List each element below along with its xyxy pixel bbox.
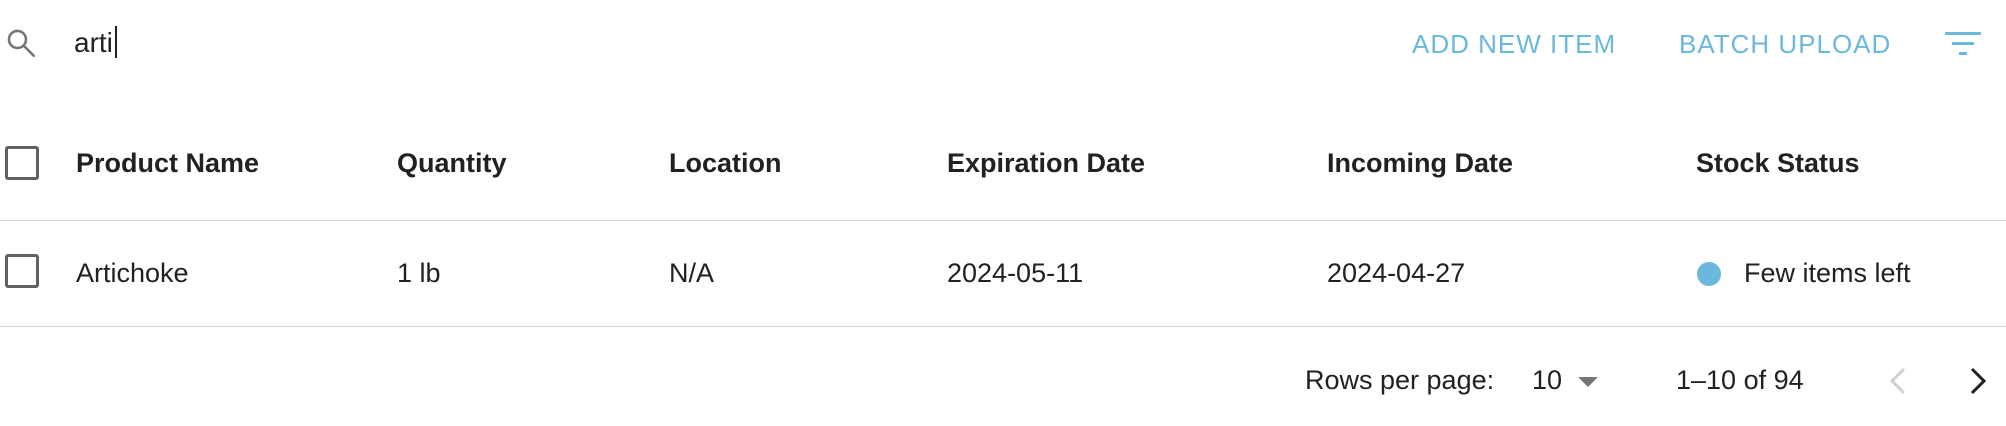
pagination-range: 1–10 of 94 xyxy=(1676,365,1804,395)
next-page-icon[interactable] xyxy=(1962,363,1992,399)
cell-product-name: Artichoke xyxy=(76,258,189,288)
previous-page-icon[interactable] xyxy=(1884,363,1914,399)
cell-expiration-date: 2024-05-11 xyxy=(947,258,1084,288)
chevron-down-icon[interactable] xyxy=(1578,377,1598,387)
batch-upload-button[interactable]: BATCH UPLOAD xyxy=(1679,24,1891,64)
stock-status-dot xyxy=(1697,262,1721,286)
row-checkbox[interactable] xyxy=(5,254,39,288)
cell-quantity: 1 lb xyxy=(397,258,441,288)
toolbar: ADD NEW ITEM BATCH UPLOAD xyxy=(0,0,2006,84)
search-input[interactable] xyxy=(74,22,674,64)
search-icon xyxy=(7,29,36,58)
rows-per-page-label: Rows per page: xyxy=(1305,365,1495,395)
filter-icon[interactable] xyxy=(1944,28,1982,60)
table-row-contents: Artichoke 1 lb N/A 2024-05-11 2024-04-27… xyxy=(0,110,2006,327)
pagination-bar: Rows per page: 10 1–10 of 94 xyxy=(0,355,2006,405)
text-caret xyxy=(115,26,117,58)
add-new-item-button[interactable]: ADD NEW ITEM xyxy=(1412,24,1616,64)
cell-incoming-date: 2024-04-27 xyxy=(1327,258,1466,288)
rows-per-page-select[interactable]: 10 xyxy=(1532,365,1562,396)
cell-location: N/A xyxy=(669,258,715,288)
cell-stock-status: Few items left xyxy=(1744,258,1911,288)
